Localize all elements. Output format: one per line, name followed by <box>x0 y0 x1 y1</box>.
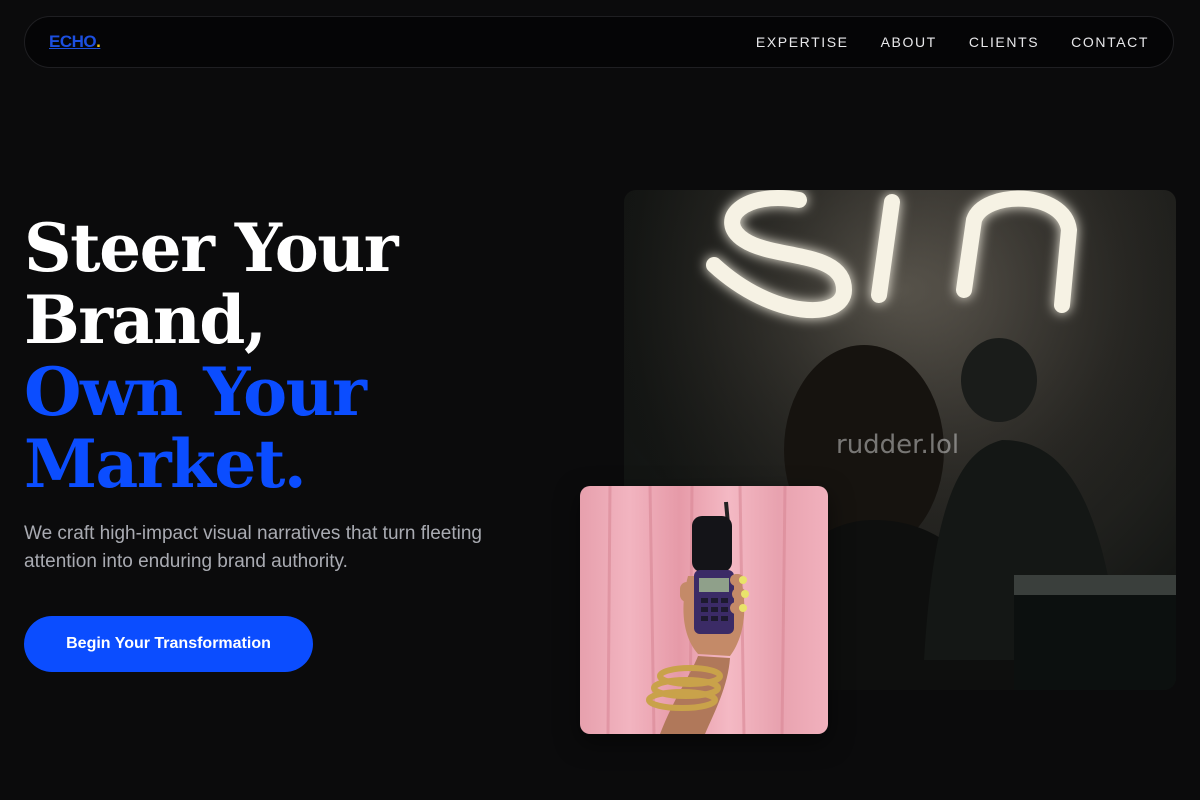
logo-text: ECHO <box>49 32 97 51</box>
logo-dot: . <box>96 32 101 51</box>
hero-headline: Steer Your Brand, Own Your Market. <box>24 209 399 503</box>
retro-phone-photo <box>580 486 828 734</box>
begin-transformation-button[interactable]: Begin Your Transformation <box>24 616 313 672</box>
headline-line-3: Own Your <box>24 353 367 431</box>
headline-line-4: Market. <box>24 425 307 503</box>
logo[interactable]: ECHO. <box>49 32 101 52</box>
retro-phone-illustration <box>606 486 787 734</box>
hero-subtext: We craft high-impact visual narratives t… <box>24 523 482 572</box>
headline-line-1: Steer Your <box>24 209 399 287</box>
nav-link-expertise[interactable]: EXPERTISE <box>756 34 849 50</box>
headline-line-2: Brand, <box>24 281 267 359</box>
nav-links: EXPERTISE ABOUT CLIENTS CONTACT <box>756 34 1149 50</box>
nav-link-contact[interactable]: CONTACT <box>1071 34 1149 50</box>
top-nav: ECHO. EXPERTISE ABOUT CLIENTS CONTACT <box>24 16 1174 68</box>
nav-link-clients[interactable]: CLIENTS <box>969 34 1039 50</box>
watermark-text: rudder.lol <box>836 430 960 460</box>
nav-link-about[interactable]: ABOUT <box>881 34 937 50</box>
